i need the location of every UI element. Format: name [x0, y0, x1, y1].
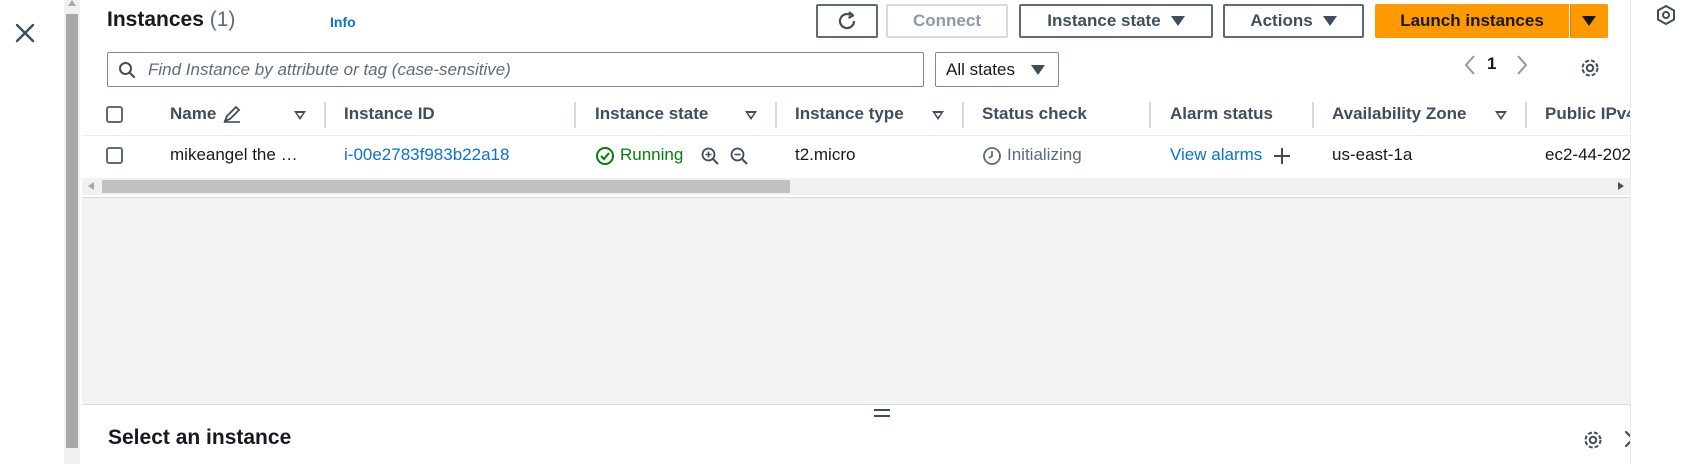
launch-instances-label: Launch instances [1400, 11, 1544, 30]
instance-id-link[interactable]: i-00e2783f983b22a18 [344, 145, 509, 165]
public-ipv4-dns: ec2-44-202 [1545, 145, 1630, 164]
actions-dropdown[interactable]: Actions [1223, 4, 1364, 38]
refresh-icon [838, 11, 856, 30]
horizontal-scrollbar[interactable] [82, 178, 1630, 195]
column-resizer[interactable] [962, 102, 964, 128]
next-page-button[interactable] [1515, 50, 1529, 80]
row-select-checkbox[interactable] [106, 147, 123, 164]
current-page[interactable]: 1 [1487, 54, 1496, 74]
gear-icon [1581, 59, 1599, 77]
status-check-value: Initializing [1007, 145, 1082, 164]
column-resizer[interactable] [775, 102, 777, 128]
instance-state-label: Instance state [1047, 11, 1161, 30]
add-icon[interactable] [1272, 146, 1292, 166]
resize-handle[interactable] [874, 409, 890, 419]
column-resizer[interactable] [1525, 102, 1527, 128]
instance-state-status: Running [620, 145, 684, 164]
close-navigation-button[interactable] [10, 18, 40, 48]
instance-name: mikeangel the … [170, 145, 298, 164]
scroll-right-arrow[interactable] [1618, 182, 1624, 190]
select-all-checkbox[interactable] [106, 106, 123, 123]
actions-label: Actions [1250, 11, 1313, 30]
help-panel-icon[interactable] [1655, 4, 1677, 26]
right-side-panel [1630, 0, 1696, 464]
chevron-left-icon [1464, 55, 1475, 75]
column-header-instance-id[interactable]: Instance ID [344, 104, 435, 124]
column-resizer[interactable] [1312, 102, 1314, 128]
search-icon [119, 62, 136, 79]
scroll-left-arrow[interactable] [88, 182, 94, 190]
gear-icon[interactable] [1582, 429, 1604, 451]
column-header-name[interactable]: Name [170, 104, 216, 124]
check-circle-icon [596, 147, 614, 165]
chevron-down-icon [1581, 16, 1596, 26]
zoom-out-icon[interactable] [729, 146, 749, 166]
column-resizer[interactable] [574, 102, 576, 128]
refresh-button[interactable] [816, 4, 878, 38]
instances-panel: Instances (1) Info Connect Instance stat… [82, 0, 1630, 198]
column-header-instance-state[interactable]: Instance state [595, 104, 708, 124]
column-header-instance-type[interactable]: Instance type [795, 104, 904, 124]
info-link[interactable]: Info [330, 14, 356, 30]
title-text: Instances [107, 8, 204, 31]
search-box [107, 52, 924, 87]
close-icon [15, 23, 35, 43]
instance-type: t2.micro [795, 145, 856, 164]
launch-instances-button[interactable]: Launch instances [1375, 4, 1569, 38]
details-split-panel [82, 404, 1630, 464]
column-header-alarm-status[interactable]: Alarm status [1170, 104, 1273, 124]
view-alarms-link[interactable]: View alarms [1170, 145, 1262, 165]
chevron-right-icon [1517, 55, 1528, 75]
column-header-public-ipv4[interactable]: Public IPv4 [1545, 104, 1630, 124]
page-title: Instances (1) [107, 8, 235, 32]
edit-icon [223, 105, 241, 123]
chevron-down-icon [1030, 64, 1045, 75]
zoom-in-icon[interactable] [700, 146, 720, 166]
instance-state-dropdown[interactable]: Instance state [1019, 4, 1213, 38]
column-resizer[interactable] [1149, 102, 1151, 128]
horizontal-scrollbar-thumb[interactable] [102, 180, 790, 193]
sort-icon[interactable] [932, 111, 944, 120]
sort-icon[interactable] [745, 111, 757, 120]
instance-count: (1) [209, 8, 236, 31]
chevron-down-icon [1322, 16, 1337, 26]
previous-page-button[interactable] [1463, 50, 1477, 80]
availability-zone: us-east-1a [1332, 145, 1413, 164]
scrollbar-thumb[interactable] [66, 14, 78, 448]
column-resizer[interactable] [324, 102, 326, 128]
state-filter-value: All states [946, 59, 1015, 79]
table-preferences-button[interactable] [1579, 53, 1601, 83]
main-content: Instances (1) Info Connect Instance stat… [82, 0, 1642, 464]
details-panel-title: Select an instance [108, 426, 292, 449]
connect-label: Connect [913, 11, 981, 30]
chevron-down-icon [1170, 16, 1185, 26]
state-filter-select[interactable]: All states [935, 52, 1059, 87]
scroll-up-arrow[interactable] [68, 0, 76, 6]
sort-icon[interactable] [294, 111, 306, 120]
column-header-availability-zone[interactable]: Availability Zone [1332, 104, 1466, 124]
vertical-scrollbar[interactable] [64, 0, 80, 464]
connect-button[interactable]: Connect [886, 4, 1008, 38]
search-input[interactable] [146, 53, 916, 86]
column-header-status-check[interactable]: Status check [982, 104, 1087, 124]
launch-instances-dropdown[interactable] [1570, 4, 1608, 38]
sort-icon[interactable] [1495, 111, 1507, 120]
clock-icon [983, 147, 1001, 165]
